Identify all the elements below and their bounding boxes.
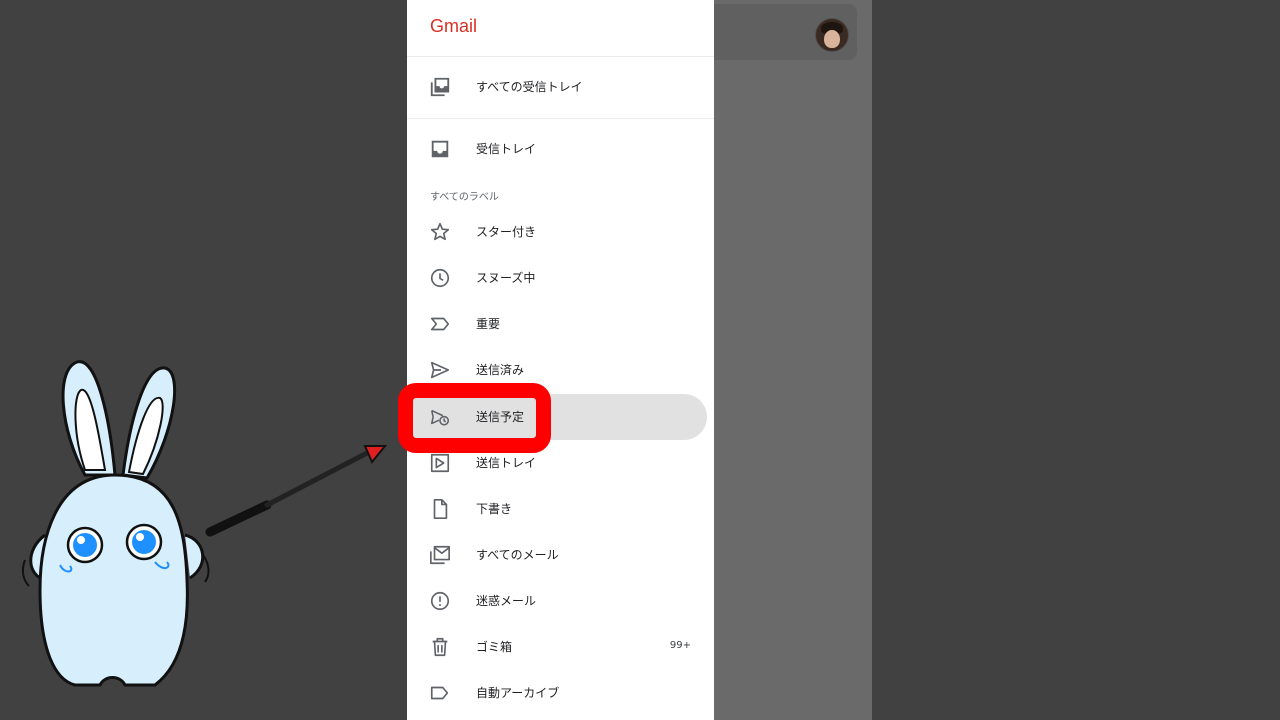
nav-item-all-mail[interactable]: すべてのメール	[407, 532, 707, 578]
nav-item-label: ゴミ箱	[476, 640, 513, 654]
send-icon	[429, 359, 451, 381]
draft-icon	[429, 498, 451, 520]
phone-screen: Gmail すべての受信トレイ 受信トレイ すべてのラベル スター付き スヌーズ…	[407, 0, 872, 720]
nav-item-important[interactable]: 重要	[407, 301, 707, 347]
all-inboxes-icon	[429, 76, 451, 98]
nav-item-trash[interactable]: ゴミ箱 99+	[407, 624, 707, 670]
search-bar[interactable]	[707, 4, 857, 60]
gmail-logo: Gmail	[430, 16, 478, 36]
outbox-icon	[429, 452, 451, 474]
nav-item-snoozed[interactable]: スヌーズ中	[407, 255, 707, 301]
nav-item-label: スヌーズ中	[476, 271, 536, 285]
nav-item-inbox[interactable]: 受信トレイ	[407, 126, 707, 172]
nav-item-label: 送信トレイ	[476, 456, 537, 470]
trash-icon	[429, 636, 451, 658]
avatar-face	[824, 30, 840, 48]
important-icon	[429, 313, 451, 335]
nav-item-label: 迷惑メール	[476, 594, 537, 608]
nav-item-auto-archive[interactable]: 自動アーカイブ	[407, 670, 707, 716]
star-icon	[429, 221, 451, 243]
pointer-stick	[205, 445, 388, 537]
nav-item-label: スター付き	[476, 225, 537, 239]
nav-item-drafts[interactable]: 下書き	[407, 486, 707, 532]
spam-icon	[429, 590, 451, 612]
drawer-divider	[407, 118, 714, 119]
nav-item-label: 送信済み	[476, 363, 525, 377]
clock-icon	[429, 267, 451, 289]
trash-count-badge: 99+	[669, 640, 691, 651]
inbox-icon	[429, 138, 451, 160]
account-avatar[interactable]	[815, 18, 849, 52]
highlight-frame	[398, 383, 551, 453]
navigation-drawer: Gmail すべての受信トレイ 受信トレイ すべてのラベル スター付き スヌーズ…	[407, 0, 714, 720]
nav-item-starred[interactable]: スター付き	[407, 209, 707, 255]
drawer-divider	[407, 56, 714, 57]
nav-item-label: 下書き	[476, 502, 513, 516]
nav-item-label: 受信トレイ	[476, 142, 537, 156]
nav-item-label: 重要	[476, 317, 501, 331]
rabbit-mascot-illustration	[21, 360, 388, 687]
all-mail-icon	[429, 544, 451, 566]
nav-item-all-inboxes[interactable]: すべての受信トレイ	[407, 64, 707, 110]
all-labels-heading: すべてのラベル	[430, 192, 499, 203]
label-icon	[429, 682, 451, 704]
nav-item-spam[interactable]: 迷惑メール	[407, 578, 707, 624]
nav-item-label: 自動アーカイブ	[476, 686, 560, 700]
nav-item-label: すべてのメール	[476, 548, 559, 562]
nav-item-label: すべての受信トレイ	[476, 80, 583, 94]
